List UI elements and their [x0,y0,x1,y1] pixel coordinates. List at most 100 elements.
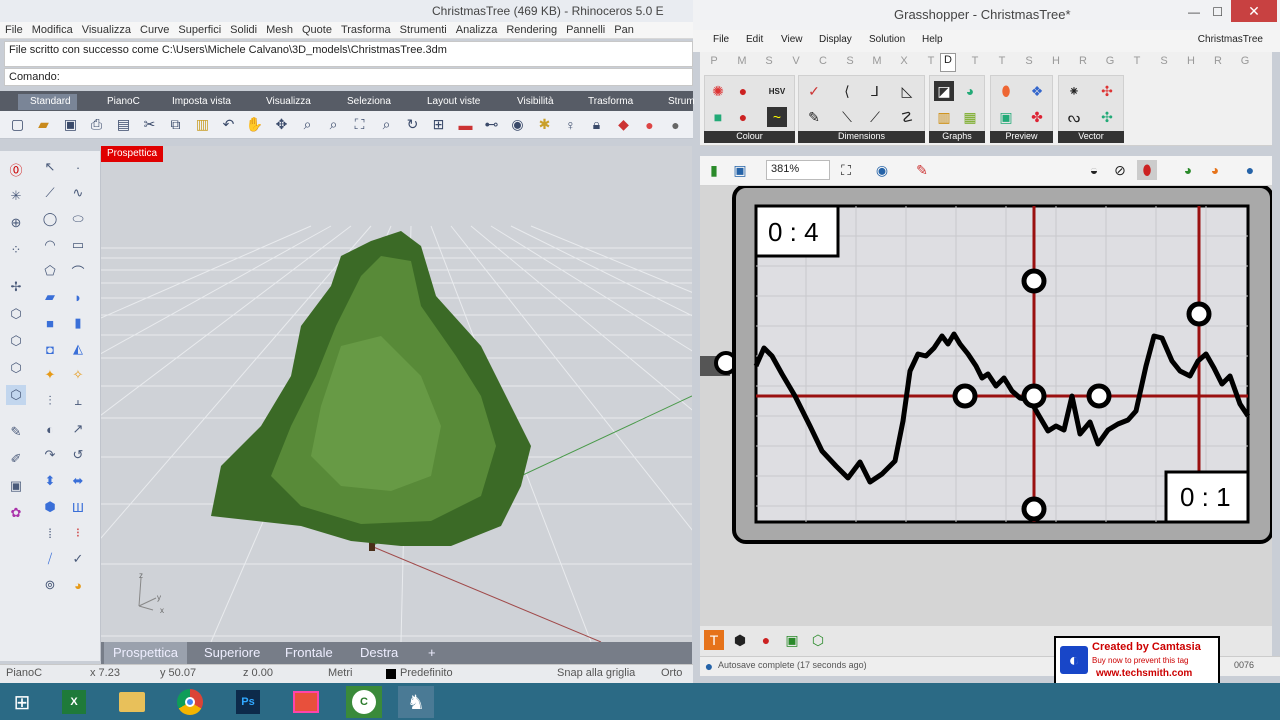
circle-icon[interactable]: ◯ [40,209,60,229]
menu-visualizza[interactable]: Visualizza [77,22,135,36]
surface-icon[interactable]: ▰ [40,287,60,307]
cat-tab-curve[interactable]: C [815,55,831,67]
gh-menu-display[interactable]: Display [819,34,852,45]
open-file-icon[interactable]: ▮ [704,160,724,180]
menu-solidi[interactable]: Solidi [225,22,261,36]
viewport-label[interactable]: Prospettica [101,146,164,162]
fillet-icon[interactable]: ⌒ [68,261,88,281]
zoom-extents-icon[interactable]: ⛶ [350,115,369,134]
photoshop-icon[interactable]: Ps [230,686,266,718]
split-icon[interactable]: ⫶ [40,391,60,411]
excel-icon[interactable]: X [56,686,92,718]
linear-dim-icon[interactable]: ⟋ [865,107,885,127]
cat-tab-surface[interactable]: S [842,55,858,67]
arc-icon[interactable]: ◠ [40,235,60,255]
move-icon[interactable]: ↷ [40,445,60,465]
cat-tab-transform[interactable]: T [923,55,939,67]
select-icon[interactable]: ◉ [508,115,527,134]
panel-label-graphs[interactable]: Graphs [929,131,985,143]
marker-dim-icon[interactable]: ☡ [897,107,917,127]
mesh-edit-icon[interactable]: ✧ [68,365,88,385]
zoom-extents-canvas-icon[interactable]: ⛶ [836,160,856,180]
paste-icon[interactable]: ▥ [193,115,212,134]
layer-icon[interactable]: ◆ [614,115,633,134]
gh-menu-edit[interactable]: Edit [746,34,763,45]
colour-wheel-icon[interactable]: ✺ [708,81,728,101]
mesh-icon[interactable]: ✦ [40,365,60,385]
flow-icon[interactable]: ⧸ [40,549,60,569]
grip-point[interactable] [1021,496,1047,522]
point-icon[interactable]: · [68,157,88,177]
open-folder-icon[interactable]: ▰ [34,115,53,134]
check-icon[interactable]: ✓ [68,549,88,569]
gh-menu-view[interactable]: View [781,34,803,45]
cage-icon[interactable]: ⬡ [6,358,26,378]
maximize-icon[interactable]: ☐ [1212,5,1223,19]
pan-hand-icon[interactable]: ✋ [245,115,264,134]
minimize-icon[interactable]: — [1188,5,1200,19]
status-snap[interactable]: Snap alla griglia [557,667,635,679]
hsv-icon[interactable]: HSV [767,81,787,101]
import-icon[interactable]: ▤ [114,115,133,134]
colour-rgb-icon[interactable]: ● [733,107,753,127]
grip-point[interactable] [1021,383,1047,409]
bulb-icon[interactable]: ♀ [561,115,580,134]
dimension-icon[interactable]: Ш [68,497,88,517]
preview-eye-icon[interactable]: ◉ [872,160,892,180]
axis-icon[interactable]: ✢ [6,277,26,297]
save-file-icon[interactable]: ▣ [730,160,750,180]
display-mode-icon[interactable]: ● [1240,160,1260,180]
zoom-icon[interactable]: ⌕ [298,115,317,134]
material-preview-icon[interactable]: ✤ [1027,107,1047,127]
cat-tab-t1[interactable]: T [967,55,983,67]
rhino-icon[interactable]: ♞ [398,686,434,718]
panel-label-preview[interactable]: Preview [990,131,1053,143]
join-icon[interactable]: ⫠ [68,391,88,411]
points-icon[interactable]: ⁘ [6,240,26,260]
gh-canvas[interactable]: 0 : 4 0 : 1 [700,186,1272,626]
gumball-icon[interactable]: ⊕ [6,213,26,233]
stop-icon[interactable]: ⓪ [6,159,26,179]
analyze-icon[interactable]: ⊚ [40,575,60,595]
tab-visualizza[interactable]: Visualizza [254,94,317,110]
render-tool-icon[interactable]: ◕ [68,575,88,595]
point-order-icon[interactable]: ᔓ [1064,107,1084,127]
panel-icon[interactable]: ▣ [6,476,26,496]
add-viewport-tab-icon[interactable]: + [419,642,445,664]
material-icon[interactable]: ● [640,115,659,134]
menu-quote[interactable]: Quote [297,22,336,36]
trim-icon[interactable]: ◐ [40,419,60,439]
new-file-icon[interactable]: ▢ [8,115,27,134]
cut-icon[interactable]: ✂ [140,115,159,134]
selected-only-icon[interactable]: ◕ [1178,160,1198,180]
canvas-mesh-icon[interactable]: ⬢ [730,630,750,650]
cat-tab-g2[interactable]: G [1237,55,1253,67]
cat-tab-t2[interactable]: T [994,55,1010,67]
gh-menu-help[interactable]: Help [922,34,943,45]
lock-icon[interactable]: 🔒︎ [587,115,606,134]
panel-label-vector[interactable]: Vector [1058,131,1124,143]
gh-document-name[interactable]: ChristmasTree [1198,34,1263,45]
shaded-preview-icon[interactable]: ⬮ [1137,160,1157,180]
graph-mapper-icon[interactable]: ◪ [934,81,954,101]
tab-superiore[interactable]: Superiore [195,642,269,664]
cat-tab-maths[interactable]: M [734,55,750,67]
vector-display-icon[interactable]: ✣ [1097,81,1117,101]
menu-pan[interactable]: Pan [609,22,638,36]
copy-icon[interactable]: ⧉ [166,115,185,134]
cat-tab-s2[interactable]: S [1156,55,1172,67]
light-icon[interactable]: ✱ [535,115,554,134]
undo-icon[interactable]: ↶ [219,115,238,134]
cat-tab-vector[interactable]: V [788,55,804,67]
menu-curve[interactable]: Curve [135,22,173,36]
render-icon[interactable]: ● [666,115,685,134]
rectangle-icon[interactable]: ▭ [68,235,88,255]
box-icon[interactable]: ■ [40,313,60,333]
tab-seleziona[interactable]: Seleziona [335,94,397,110]
cylinder-icon[interactable]: ▮ [68,313,88,333]
tab-trasforma[interactable]: Trasforma [576,94,639,110]
menu-modifica[interactable]: Modifica [27,22,77,36]
preview-mode-icon[interactable]: ◒ [1084,160,1104,180]
polyline-icon[interactable]: ⟋ [40,183,60,203]
scale-icon[interactable]: ⬍ [40,471,60,491]
